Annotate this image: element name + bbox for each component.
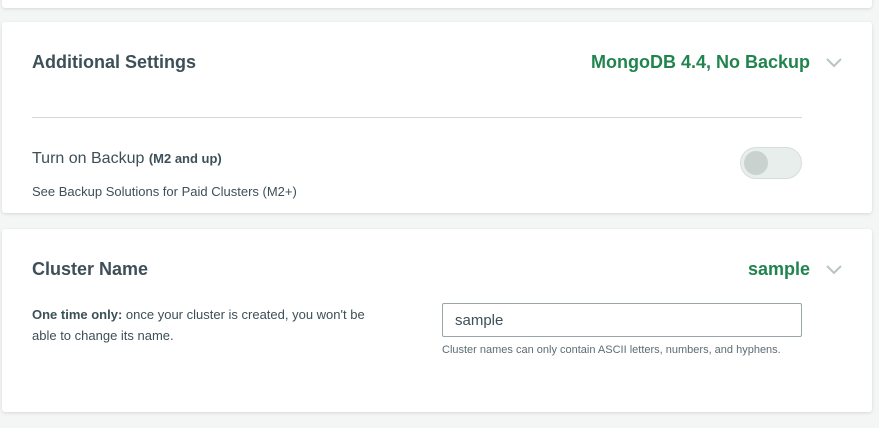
backup-solutions-link[interactable]: See Backup Solutions for Paid Clusters (… — [32, 184, 297, 199]
cluster-name-note-bold: One time only: — [32, 307, 123, 322]
cluster-name-hint: Cluster names can only contain ASCII let… — [442, 344, 781, 356]
toggle-knob — [744, 151, 768, 175]
cluster-name-note: One time only: once your cluster is crea… — [32, 304, 392, 346]
cluster-name-card: Cluster Name sample One time only: once … — [2, 229, 872, 412]
cluster-name-input[interactable] — [442, 303, 802, 337]
chevron-down-icon[interactable] — [824, 262, 844, 276]
additional-settings-summary[interactable]: MongoDB 4.4, No Backup — [591, 52, 810, 73]
previous-section-card — [2, 0, 872, 8]
backup-toggle-label: Turn on Backup (M2 and up) — [32, 150, 222, 168]
section-divider — [32, 117, 802, 118]
backup-label-text: Turn on Backup — [32, 150, 145, 167]
backup-toggle[interactable] — [740, 147, 802, 179]
cluster-name-summary[interactable]: sample — [748, 259, 810, 280]
cluster-name-title[interactable]: Cluster Name — [32, 259, 148, 280]
chevron-down-icon[interactable] — [824, 55, 844, 69]
additional-settings-title[interactable]: Additional Settings — [32, 52, 196, 73]
additional-settings-card: Additional Settings MongoDB 4.4, No Back… — [2, 22, 872, 213]
backup-label-qualifier: (M2 and up) — [148, 151, 222, 166]
